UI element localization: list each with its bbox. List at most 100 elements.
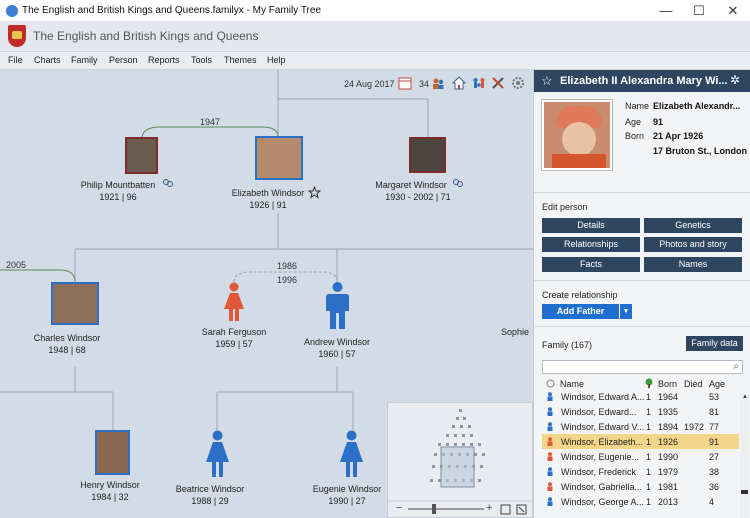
zoom-out-button[interactable]: − [396,502,402,514]
column-died[interactable]: Died [684,379,703,389]
photos-and-story-button[interactable]: Photos and story [644,237,742,252]
person-portrait[interactable] [542,100,612,170]
person-name-margaret[interactable]: Margaret Windsor [370,180,452,190]
male-person-icon [546,392,554,401]
person-name-andrew[interactable]: Andrew Windsor [282,337,392,347]
partner-icon[interactable] [162,178,174,190]
row-age: 81 [709,407,719,417]
row-name: Windsor, Gabriella... [561,482,642,492]
edit-person-title: Edit person [542,202,588,212]
star-icon[interactable] [308,186,321,199]
add-father-button[interactable]: Add Father [542,304,619,319]
male-person-icon [546,407,554,416]
row-age: 38 [709,467,719,477]
person-photo-philip[interactable] [125,137,158,174]
female-silhouette-icon[interactable] [221,282,247,322]
person-name-sarah[interactable]: Sarah Ferguson [174,327,294,337]
row-count: 1 [646,422,651,432]
row-count: 1 [646,452,651,462]
tree-minimap[interactable]: − + [387,402,533,518]
person-name-henry[interactable]: Henry Windsor [60,480,160,490]
menu-help[interactable]: Help [267,55,286,65]
table-row[interactable]: Windsor, Edward...1193581 [542,404,739,419]
details-button[interactable]: Details [542,218,640,233]
column-name[interactable]: Name [560,379,584,389]
tree-icon[interactable] [644,378,654,388]
relationships-button[interactable]: Relationships [542,237,640,252]
table-row[interactable]: Windsor, Gabriella...1198136 [542,479,739,494]
table-row[interactable]: Windsor, Elizabeth...1192691 [542,434,739,449]
person-photo-charles[interactable] [51,282,99,325]
marriage-year-charles: 2005 [6,260,26,270]
chevron-down-icon[interactable]: ▼ [620,304,632,319]
birthplace-value: 17 Bruton St., London [653,146,747,156]
settings-gear-icon[interactable] [511,76,525,90]
home-icon[interactable] [452,76,466,90]
row-born: 1981 [658,482,678,492]
menu-person[interactable]: Person [109,55,138,65]
facts-button[interactable]: Facts [542,257,640,272]
menu-charts[interactable]: Charts [34,55,61,65]
person-name-philip[interactable]: Philip Mountbatten [58,180,178,190]
person-photo-henry[interactable] [95,430,130,475]
partner-icon[interactable] [452,178,464,190]
table-row[interactable]: Windsor, Edward A...1196453 [542,389,739,404]
zoom-slider-track[interactable] [408,508,484,510]
person-photo-margaret[interactable] [409,137,446,173]
person-name-sophie-partial[interactable]: Sophie [501,327,529,337]
menu-tools[interactable]: Tools [191,55,212,65]
menu-reports[interactable]: Reports [148,55,180,65]
table-row[interactable]: Windsor, Eugenie...1199027 [542,449,739,464]
row-count: 1 [646,407,651,417]
gear-icon[interactable]: ✲ [730,74,740,86]
person-header: ☆ Elizabeth II Alexandra Mary Wi... ✲ [534,70,750,92]
person-name-elizabeth[interactable]: Elizabeth Windsor [213,188,323,198]
genetics-button[interactable]: Genetics [644,218,742,233]
family-data-button[interactable]: Family data [686,336,743,351]
male-person-icon [546,422,554,431]
person-details-panel: ☆ Elizabeth II Alexandra Mary Wi... ✲ Na… [533,70,750,518]
names-button[interactable]: Names [644,257,742,272]
column-born[interactable]: Born [658,379,677,389]
age-value: 91 [653,117,663,127]
column-age[interactable]: Age [709,379,725,389]
person-name-charles[interactable]: Charles Windsor [17,333,117,343]
person-years-henry: 1984 | 32 [60,492,160,502]
document-header: The English and British Kings and Queens [0,22,750,52]
family-group-icon[interactable] [472,76,486,90]
close-button[interactable]: ✕ [718,2,748,20]
family-search-input[interactable]: ⌕ [542,360,743,374]
female-person-icon [546,482,554,491]
document-title: The English and British Kings and Queens [33,29,258,43]
tools-icon[interactable] [491,76,505,90]
star-icon[interactable]: ☆ [541,74,553,87]
calendar-icon[interactable] [398,76,412,90]
born-value: 21 Apr 1926 [653,131,703,141]
minimize-button[interactable]: — [651,2,681,20]
sort-icon[interactable] [546,379,555,388]
table-row[interactable]: Windsor, George A...120134 [542,494,739,509]
marriage-year-elizabeth-philip: 1947 [200,117,220,127]
person-photo-elizabeth[interactable] [255,136,303,180]
person-name-eugenie[interactable]: Eugenie Windsor [297,484,397,494]
row-born: 1926 [658,437,678,447]
expand-icon[interactable] [516,504,527,515]
list-scrollbar[interactable]: ▲ [740,394,749,518]
menu-family[interactable]: Family [71,55,98,65]
family-tree-canvas[interactable]: 24 Aug 2017 34 Philip Mountbatten 1921 |… [0,70,533,518]
menu-file[interactable]: File [8,55,23,65]
fit-to-screen-icon[interactable] [500,504,511,515]
maximize-button[interactable]: ☐ [684,2,714,20]
row-count: 1 [646,497,651,507]
menu-themes[interactable]: Themes [224,55,257,65]
table-row[interactable]: Windsor, Frederick1197938 [542,464,739,479]
row-age: 53 [709,392,719,402]
table-row[interactable]: Windsor, Edward V...11894197277 [542,419,739,434]
zoom-in-button[interactable]: + [486,502,492,514]
male-silhouette-icon[interactable] [324,282,351,330]
female-silhouette-icon[interactable] [203,430,232,478]
zoom-slider-handle[interactable] [432,504,436,514]
person-name-beatrice[interactable]: Beatrice Windsor [160,484,260,494]
people-icon[interactable] [431,76,445,90]
female-silhouette-icon[interactable] [337,430,366,478]
